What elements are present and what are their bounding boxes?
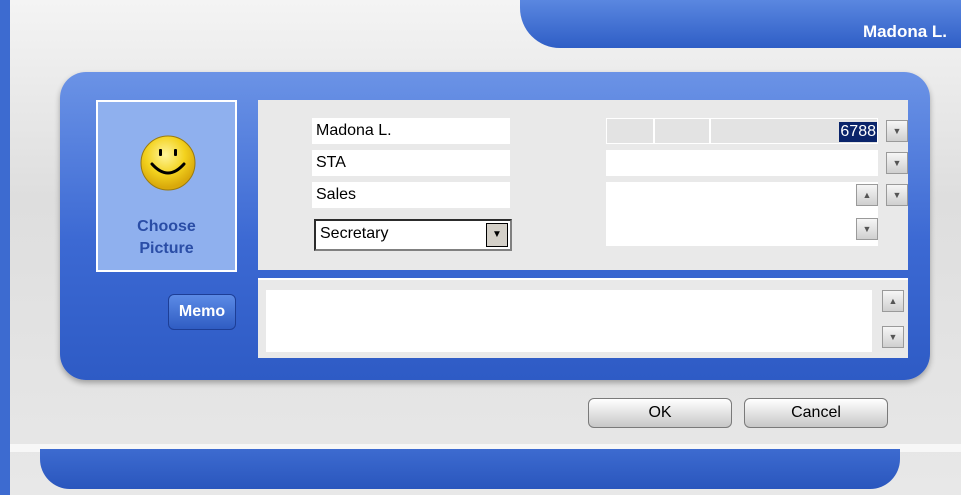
- memo-scroll-down-button[interactable]: ▼: [882, 326, 904, 348]
- memo-area: ▲ ▼: [258, 278, 908, 358]
- cancel-button[interactable]: Cancel: [744, 398, 888, 428]
- memo-button[interactable]: Memo: [168, 294, 236, 330]
- company-field[interactable]: STA: [312, 150, 510, 176]
- address-scroll-down-button[interactable]: ▼: [856, 218, 878, 240]
- title-text: Madona L.: [862, 22, 947, 41]
- choose-picture-label: Choose Picture: [137, 218, 196, 257]
- contact-panel: Choose Picture Madona L. STA Sales 6788 …: [60, 72, 930, 380]
- phone-dropdown-button[interactable]: ▼: [886, 120, 908, 142]
- dialog-window: Madona L. Choose Picture Madona L. STA S…: [10, 0, 961, 495]
- department-field[interactable]: Sales: [312, 182, 510, 208]
- bottom-bar: [40, 449, 900, 489]
- memo-text-field[interactable]: [266, 290, 872, 352]
- phone-segment-1[interactable]: [606, 118, 654, 144]
- phone-segment-2[interactable]: [654, 118, 710, 144]
- name-field[interactable]: Madona L.: [312, 118, 510, 144]
- dialog-frame: Madona L. Choose Picture Madona L. STA S…: [0, 0, 961, 495]
- phone-number-value: 6788: [839, 122, 877, 142]
- email-field[interactable]: [606, 150, 878, 176]
- email-dropdown-button[interactable]: ▼: [886, 152, 908, 174]
- address-dropdown-button[interactable]: ▼: [886, 184, 908, 206]
- title-tab: Madona L.: [520, 0, 961, 48]
- choose-picture-button[interactable]: Choose Picture: [96, 100, 237, 272]
- ok-button[interactable]: OK: [588, 398, 732, 428]
- smiley-icon: [140, 135, 196, 191]
- address-scroll-up-button[interactable]: ▲: [856, 184, 878, 206]
- left-edge-bar: [0, 0, 10, 495]
- role-select-value: Secretary: [320, 225, 389, 242]
- phone-segment-3[interactable]: 6788: [710, 118, 878, 144]
- chevron-down-icon[interactable]: ▼: [486, 223, 508, 247]
- role-select[interactable]: Secretary ▼: [314, 219, 512, 251]
- address-field[interactable]: [606, 182, 878, 246]
- memo-scroll-up-button[interactable]: ▲: [882, 290, 904, 312]
